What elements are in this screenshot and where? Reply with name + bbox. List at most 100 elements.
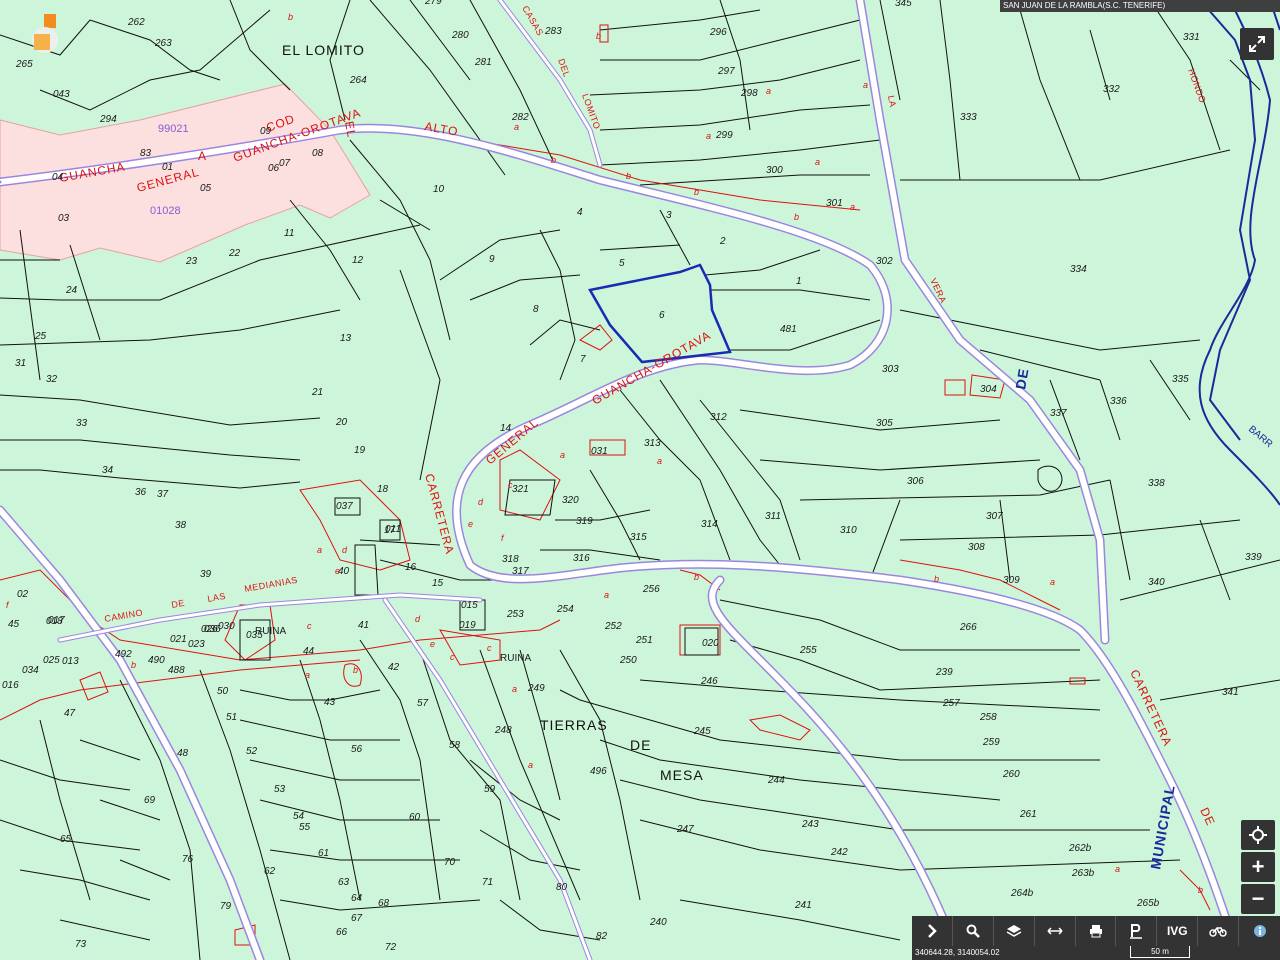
svg-text:13: 13	[340, 333, 352, 344]
svg-text:025: 025	[43, 655, 60, 666]
svg-text:336: 336	[1110, 396, 1127, 407]
svg-text:300: 300	[766, 165, 783, 176]
svg-text:38: 38	[175, 520, 187, 531]
svg-text:249: 249	[527, 683, 545, 694]
svg-text:340: 340	[1148, 577, 1165, 588]
svg-text:54: 54	[293, 811, 305, 822]
svg-text:311: 311	[765, 511, 781, 522]
svg-text:a: a	[863, 80, 868, 90]
parking-icon	[1130, 924, 1143, 939]
svg-text:264: 264	[349, 75, 367, 86]
svg-text:59: 59	[484, 784, 496, 795]
ruina-label-2: RUINA	[500, 653, 531, 664]
toolbar-ivg-button[interactable]: IVG	[1157, 916, 1199, 946]
svg-text:309: 309	[1003, 575, 1020, 586]
toolbar-layers-button[interactable]	[994, 916, 1035, 946]
zoom-out-button[interactable]: −	[1241, 884, 1275, 914]
svg-text:317: 317	[512, 566, 529, 577]
svg-text:9: 9	[489, 254, 495, 265]
svg-text:80: 80	[556, 882, 568, 893]
svg-text:f: f	[501, 533, 505, 543]
svg-text:034: 034	[22, 665, 39, 676]
svg-text:23: 23	[185, 256, 198, 267]
svg-text:305: 305	[876, 418, 893, 429]
svg-text:265b: 265b	[1136, 898, 1160, 909]
street-de-red: DE	[1197, 805, 1218, 828]
toolbar-bicycle-button[interactable]	[1198, 916, 1240, 946]
svg-text:251: 251	[635, 635, 653, 646]
toolbar-expand-button[interactable]	[912, 916, 953, 946]
svg-text:030: 030	[218, 621, 235, 632]
svg-text:031: 031	[591, 446, 608, 457]
toolbar-measure-button[interactable]	[1035, 916, 1076, 946]
svg-text:7: 7	[580, 354, 586, 365]
svg-text:301: 301	[826, 198, 843, 209]
svg-text:c: c	[487, 643, 492, 653]
svg-text:043: 043	[53, 89, 70, 100]
info-icon	[1253, 925, 1266, 937]
svg-text:20: 20	[335, 417, 348, 428]
svg-text:252: 252	[604, 621, 622, 632]
fullscreen-button[interactable]	[1240, 28, 1274, 60]
svg-text:256: 256	[642, 584, 660, 595]
zoom-in-button[interactable]: +	[1241, 852, 1275, 882]
svg-text:015: 015	[461, 600, 478, 611]
svg-text:66: 66	[336, 927, 348, 938]
svg-text:79: 79	[220, 901, 232, 912]
svg-text:e: e	[335, 566, 340, 576]
svg-text:310: 310	[840, 525, 857, 536]
svg-text:25: 25	[34, 331, 47, 342]
street-la: LA	[886, 95, 898, 109]
label-de-blue: DE	[1012, 367, 1031, 391]
svg-text:19: 19	[354, 445, 366, 456]
svg-text:e: e	[430, 639, 435, 649]
svg-text:250: 250	[619, 655, 637, 666]
svg-text:34: 34	[102, 465, 114, 476]
svg-text:39: 39	[200, 569, 212, 580]
svg-text:53: 53	[274, 784, 286, 795]
street-camino: CAMINO	[104, 607, 144, 624]
svg-text:d: d	[478, 497, 484, 507]
logo-square-bottom	[34, 34, 50, 50]
svg-text:b: b	[794, 212, 799, 222]
place-el-lomito: EL LOMITO	[282, 42, 365, 58]
svg-text:258: 258	[979, 712, 997, 723]
toolbar-print-button[interactable]	[1076, 916, 1117, 946]
svg-text:264b: 264b	[1010, 888, 1034, 899]
svg-text:247: 247	[676, 824, 694, 835]
toolbar-info-button[interactable]	[1239, 916, 1280, 946]
svg-text:013: 013	[62, 656, 79, 667]
svg-text:266: 266	[959, 622, 977, 633]
street-a: A	[198, 149, 207, 163]
svg-text:b: b	[596, 31, 601, 41]
svg-text:303: 303	[882, 364, 899, 375]
svg-text:332: 332	[1103, 84, 1120, 95]
cadastral-map[interactable]: EL LOMITO TIERRAS DE MESA RUINA RUINA GU…	[0, 0, 1280, 960]
svg-text:307: 307	[986, 511, 1003, 522]
svg-text:254: 254	[556, 604, 574, 615]
svg-text:a: a	[514, 122, 519, 132]
svg-text:a: a	[528, 760, 533, 770]
locate-button[interactable]	[1241, 820, 1275, 850]
code-99021: 99021	[158, 123, 189, 135]
svg-text:05: 05	[200, 183, 212, 194]
toolbar-search-button[interactable]	[953, 916, 994, 946]
svg-text:011: 011	[385, 524, 401, 535]
svg-text:260: 260	[1002, 769, 1020, 780]
bicycle-icon	[1209, 927, 1227, 937]
svg-text:c: c	[508, 480, 513, 490]
toolbar-parking-button[interactable]	[1116, 916, 1158, 946]
svg-text:72: 72	[385, 942, 397, 953]
street-hondo: HONDO	[1186, 67, 1208, 104]
svg-text:a: a	[512, 684, 517, 694]
street-lomito: LOMITO	[580, 92, 602, 131]
svg-text:488: 488	[168, 665, 185, 676]
svg-text:261: 261	[1019, 809, 1037, 820]
svg-text:22: 22	[228, 248, 241, 259]
svg-text:2: 2	[719, 236, 726, 247]
svg-text:333: 333	[960, 112, 977, 123]
svg-text:339: 339	[1245, 552, 1262, 563]
svg-text:48: 48	[177, 748, 189, 759]
svg-text:492: 492	[115, 649, 132, 660]
svg-text:a: a	[1115, 864, 1120, 874]
